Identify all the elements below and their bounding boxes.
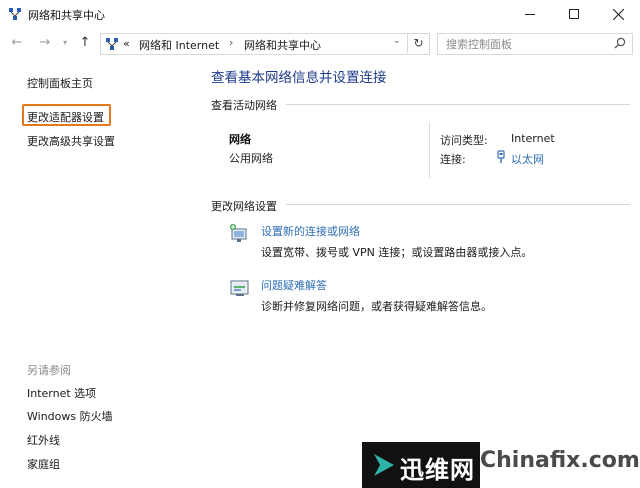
watermark-cn-text: 迅维网	[400, 456, 475, 484]
new-connection-icon	[230, 224, 247, 242]
control-panel-home-link[interactable]: 控制面板主页	[27, 75, 93, 91]
refresh-button[interactable]: ↻	[407, 33, 429, 53]
main-pane: 查看基本网络信息并设置连接 查看活动网络 网络 公用网络 访问类型: Inter…	[200, 60, 640, 488]
see-also-header: 另请参阅	[27, 364, 71, 377]
window-title: 网络和共享中心	[28, 9, 105, 22]
network-center-icon	[9, 8, 21, 20]
breadcrumb-overflow[interactable]: «	[123, 37, 130, 50]
access-type-value: Internet	[511, 132, 555, 145]
search-icon[interactable]	[614, 37, 626, 49]
watermark-logo-block: 迅维网	[362, 442, 480, 488]
watermark: 迅维网 Chinafix.com	[362, 442, 640, 488]
ethernet-icon	[497, 150, 505, 163]
forward-button[interactable]: →	[36, 34, 54, 52]
connections-label: 连接:	[440, 153, 466, 166]
recent-locations-chevron-icon[interactable]: ▾	[56, 34, 74, 52]
active-networks-heading: 查看活动网络	[211, 99, 277, 112]
minimize-button[interactable]	[508, 0, 552, 28]
navigation-bar: ← → ▾ ↑ « 网络和 Internet › 网络和共享中心 ⌄ ↻	[0, 30, 640, 58]
section-divider	[286, 104, 630, 105]
setup-new-connection-link[interactable]: 设置新的连接或网络	[261, 223, 360, 239]
breadcrumb-network-sharing-center[interactable]: 网络和共享中心	[244, 37, 321, 53]
title-bar: 网络和共享中心	[0, 0, 640, 30]
address-bar[interactable]: « 网络和 Internet › 网络和共享中心 ⌄	[100, 33, 430, 55]
troubleshoot-problems-description: 诊断并修复网络问题，或者获得疑难解答信息。	[261, 300, 492, 313]
ethernet-connection-link[interactable]: 以太网	[511, 151, 544, 167]
minimize-icon	[525, 13, 535, 15]
troubleshoot-icon	[230, 280, 249, 296]
breadcrumb-separator[interactable]: ›	[229, 36, 233, 49]
close-icon	[612, 8, 624, 20]
vertical-divider	[429, 122, 430, 178]
see-also-homegroup-link[interactable]: 家庭组	[27, 456, 60, 472]
see-also-infrared-link[interactable]: 红外线	[27, 432, 60, 448]
see-also-windows-firewall-link[interactable]: Windows 防火墙	[27, 408, 113, 424]
access-type-label: 访问类型:	[440, 134, 488, 147]
change-adapter-settings-link[interactable]: 更改适配器设置	[27, 109, 104, 125]
see-also-internet-options-link[interactable]: Internet 选项	[27, 385, 96, 401]
watermark-en-text: Chinafix.com	[480, 448, 640, 473]
breadcrumb-network-internet[interactable]: 网络和 Internet	[139, 37, 219, 53]
back-button[interactable]: ←	[8, 34, 26, 52]
logo-arrow-icon	[374, 454, 394, 476]
network-center-icon	[106, 38, 118, 50]
maximize-icon	[569, 9, 579, 19]
change-advanced-sharing-link[interactable]: 更改高级共享设置	[27, 133, 115, 149]
left-pane: 控制面板主页 更改适配器设置 更改高级共享设置 另请参阅 Internet 选项…	[0, 60, 200, 488]
section-divider	[286, 204, 630, 205]
network-name: 网络	[229, 133, 251, 146]
chevron-down-icon[interactable]: ⌄	[393, 36, 401, 46]
up-button[interactable]: ↑	[76, 34, 94, 52]
troubleshoot-problems-link[interactable]: 问题疑难解答	[261, 277, 327, 293]
page-title: 查看基本网络信息并设置连接	[211, 70, 387, 86]
network-type-link[interactable]: 公用网络	[229, 150, 273, 166]
close-button[interactable]	[596, 0, 640, 28]
change-network-settings-heading: 更改网络设置	[211, 200, 277, 213]
search-input[interactable]	[446, 36, 606, 52]
search-box[interactable]	[437, 33, 633, 55]
maximize-button[interactable]	[552, 0, 596, 28]
setup-new-connection-description: 设置宽带、拨号或 VPN 连接；或设置路由器或接入点。	[261, 246, 533, 259]
